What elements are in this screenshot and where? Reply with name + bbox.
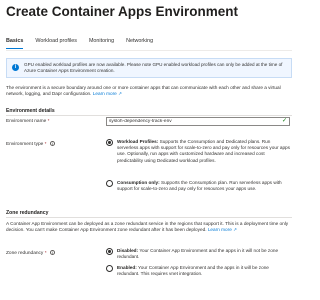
zone-redundancy-heading: Zone redundancy	[6, 210, 49, 216]
tab-basics[interactable]: Basics	[6, 38, 24, 49]
tab-workload-profiles[interactable]: Workload profiles	[35, 38, 77, 49]
consumption-only-title: Consumption only:	[117, 180, 160, 185]
zone-enabled-title: Enabled:	[117, 265, 137, 270]
environment-type-option-workload-profiles[interactable]: Workload Profiles: Supports the Consumpt…	[106, 139, 290, 177]
intro-learn-more-link[interactable]: Learn more ↗	[93, 91, 122, 96]
radio-zone-enabled[interactable]	[106, 265, 113, 272]
required-asterisk: *	[44, 250, 47, 256]
zone-option-disabled[interactable]: Disabled: Your Container App Environment…	[106, 248, 290, 261]
zone-redundancy-divider	[6, 217, 292, 218]
tab-networking[interactable]: Networking	[126, 38, 153, 49]
zone-redundancy-label-text: Zone redundancy	[6, 250, 44, 256]
tab-bar: Basics Workload profiles Monitoring Netw…	[6, 38, 165, 49]
environment-name-label-text: Environment name	[6, 119, 47, 124]
info-icon: i	[12, 64, 19, 71]
radio-consumption-only[interactable]	[106, 180, 113, 187]
zone-redundancy-label: Zone redundancy * i	[6, 250, 55, 256]
zone-disabled-text: Disabled: Your Container App Environment…	[117, 248, 290, 260]
info-banner: i GPU enabled workload profiles are now …	[6, 58, 292, 78]
external-link-icon: ↗	[118, 91, 122, 97]
zone-learn-more-label: Learn more	[207, 227, 232, 233]
tab-monitoring[interactable]: Monitoring	[89, 38, 114, 49]
page-title: Create Container Apps Environment	[6, 4, 239, 19]
zone-enabled-desc: Your Container App Environment and the a…	[117, 265, 269, 277]
external-link-icon: ↗	[233, 227, 237, 233]
environment-name-label: Environment name *	[6, 119, 49, 124]
intro-learn-more-label: Learn more	[92, 91, 117, 97]
intro-text: The environment is a secure boundary aro…	[6, 85, 281, 97]
zone-disabled-title: Disabled:	[117, 248, 139, 253]
environment-details-heading: Environment details	[6, 108, 55, 114]
valid-check-icon: ✓	[281, 118, 287, 124]
environment-name-input[interactable]	[109, 118, 269, 125]
environment-type-label: Environment type * i	[6, 141, 55, 147]
environment-name-field[interactable]: ✓	[106, 117, 290, 126]
tabs-divider	[6, 50, 292, 51]
zone-redundancy-description: A Container App Environment can be deplo…	[6, 221, 290, 233]
intro-description: The environment is a secure boundary aro…	[6, 85, 290, 97]
info-icon[interactable]: i	[49, 141, 55, 146]
consumption-only-text: Consumption only: Supports the Consumpti…	[117, 180, 290, 192]
environment-type-option-consumption-only[interactable]: Consumption only: Supports the Consumpti…	[106, 180, 290, 200]
environment-type-label-text: Environment type	[6, 141, 44, 147]
zone-option-enabled[interactable]: Enabled: Your Container App Environment …	[106, 265, 290, 278]
zone-redundancy-text: A Container App Environment can be deplo…	[6, 221, 289, 233]
radio-workload-profiles[interactable]	[106, 139, 113, 146]
environment-details-divider	[6, 115, 292, 116]
workload-profiles-text: Workload Profiles: Supports the Consumpt…	[117, 139, 290, 164]
radio-zone-disabled[interactable]	[106, 248, 113, 255]
info-icon[interactable]: i	[49, 250, 55, 255]
workload-profiles-title: Workload Profiles:	[117, 139, 159, 144]
required-asterisk: *	[44, 141, 47, 147]
required-asterisk: *	[47, 119, 50, 124]
zone-enabled-text: Enabled: Your Container App Environment …	[117, 265, 290, 277]
zone-disabled-desc: Your Container App Environment and the a…	[117, 248, 279, 260]
banner-text: GPU enabled workload profiles are now av…	[24, 62, 283, 73]
zone-learn-more-link[interactable]: Learn more ↗	[208, 227, 237, 232]
